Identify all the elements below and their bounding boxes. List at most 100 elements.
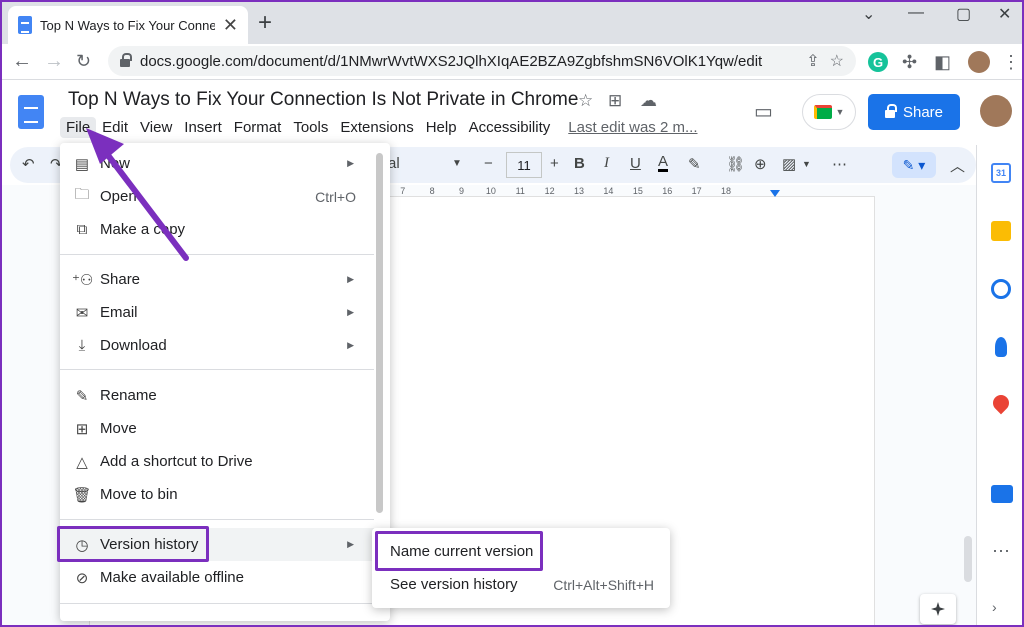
ruler-mark: 13 <box>574 186 585 196</box>
menu-item-move-to-bin[interactable]: 🗑 Move to bin <box>60 478 374 511</box>
menu-view[interactable]: View <box>134 117 178 138</box>
explore-button[interactable] <box>920 594 956 624</box>
menu-item-make-a-copy[interactable]: ⧉ Make a copy <box>60 213 374 246</box>
menu-item-email[interactable]: ✉ Email ▶ <box>60 296 374 329</box>
keep-icon[interactable] <box>991 221 1011 241</box>
side-panel-icon[interactable]: ◧ <box>934 52 951 73</box>
chevron-down-icon[interactable]: ⌄ <box>862 4 875 24</box>
contacts-icon[interactable] <box>995 337 1007 357</box>
address-bar[interactable]: docs.google.com/document/d/1NMwrWvtWXS2J… <box>108 46 856 76</box>
menu-format[interactable]: Format <box>228 117 288 138</box>
grammarly-icon[interactable]: G <box>868 52 888 72</box>
bold-icon[interactable]: B <box>574 155 585 172</box>
menu-item-move[interactable]: ⊞ Move <box>60 412 374 445</box>
profile-avatar[interactable] <box>968 51 990 73</box>
download-icon: ⤓ <box>78 337 86 354</box>
menu-extensions[interactable]: Extensions <box>334 117 419 138</box>
comment-history-icon[interactable]: ▭ <box>754 99 773 124</box>
menu-item-label: Share <box>100 271 141 288</box>
lock-icon[interactable] <box>120 53 132 67</box>
menu-item-download[interactable]: ⤓ Download ▶ <box>60 329 374 362</box>
image-dropdown-icon[interactable]: ▼ <box>802 159 811 169</box>
document-scrollbar[interactable] <box>964 536 972 582</box>
get-addons-icon[interactable] <box>991 485 1013 503</box>
menu-scrollbar[interactable] <box>376 153 383 513</box>
menu-insert[interactable]: Insert <box>178 117 228 138</box>
share-page-icon[interactable]: ⇪ <box>806 51 819 71</box>
extensions-puzzle-icon[interactable]: ✣ <box>902 52 917 73</box>
menu-item-share[interactable]: ⁺⚇ Share ▶ <box>60 263 374 296</box>
offline-check-icon: ⊘ <box>75 569 89 587</box>
menu-accessibility[interactable]: Accessibility <box>463 117 557 138</box>
account-avatar[interactable] <box>980 95 1012 127</box>
collapse-menus-icon[interactable]: ︿ <box>950 155 965 176</box>
submenu-item-label: See version history <box>390 576 518 593</box>
highlight-box-name-current-version <box>375 531 543 571</box>
menu-item-label: New <box>100 155 131 172</box>
menu-edit[interactable]: Edit <box>96 117 134 138</box>
share-button-label: Share <box>902 103 944 121</box>
meet-button[interactable]: ▼ <box>802 94 856 130</box>
insert-image-icon[interactable]: ▨ <box>782 155 796 173</box>
highlight-color-icon[interactable]: ✎ <box>688 155 701 173</box>
browser-tab[interactable]: Top N Ways to Fix Your Connectio ✕ <box>8 6 248 44</box>
ruler-mark: 7 <box>400 186 406 196</box>
submenu-item-see-version-history[interactable]: See version history Ctrl+Alt+Shift+H <box>372 568 670 601</box>
move-folder-icon[interactable]: ⊞ <box>608 91 622 111</box>
submenu-arrow-icon: ▶ <box>347 158 354 168</box>
editing-mode-button[interactable]: ✎ ▾ <box>892 152 936 178</box>
insert-link-icon[interactable]: ⛓ <box>726 155 745 173</box>
menu-item-open[interactable]: 🗀 Open Ctrl+O <box>60 180 374 213</box>
menu-item-make-available-offline[interactable]: ⊘ Make available offline <box>60 561 374 594</box>
ruler-mark: 8 <box>429 186 435 196</box>
ruler-indent-marker[interactable] <box>770 190 780 197</box>
font-size-input[interactable]: 11 <box>506 152 542 178</box>
underline-icon[interactable]: U <box>630 155 641 172</box>
close-window-icon[interactable]: ✕ <box>998 4 1011 24</box>
menu-item-add-shortcut[interactable]: △ Add a shortcut to Drive <box>60 445 374 478</box>
decrease-font-size-icon[interactable]: − <box>484 155 493 172</box>
add-comment-icon[interactable]: ⊕ <box>754 155 767 173</box>
submenu-arrow-icon: ▶ <box>347 274 354 284</box>
last-edit-link[interactable]: Last edit was 2 m... <box>562 117 703 138</box>
ruler-mark: 11 <box>515 186 525 196</box>
submenu-arrow-icon: ▶ <box>347 340 354 350</box>
back-icon[interactable]: ← <box>12 50 32 73</box>
new-tab-icon[interactable]: + <box>258 9 272 37</box>
side-panel: 31 ⋯ › <box>976 145 1024 627</box>
docs-logo-icon[interactable] <box>18 95 44 129</box>
menu-item-new[interactable]: ▤ New ▶ <box>60 147 374 180</box>
text-color-icon[interactable]: A <box>658 154 669 172</box>
share-button[interactable]: Share <box>868 94 960 130</box>
menu-help[interactable]: Help <box>420 117 463 138</box>
bookmark-star-icon[interactable]: ☆ <box>830 51 844 71</box>
menu-file[interactable]: File <box>60 117 97 138</box>
kebab-menu-icon[interactable]: ⋮ <box>1002 52 1020 73</box>
italic-icon[interactable]: I <box>604 155 609 172</box>
drive-shortcut-icon: △ <box>76 453 88 471</box>
document-title[interactable]: Top N Ways to Fix Your Connection Is Not… <box>68 89 578 111</box>
font-dropdown-icon[interactable]: ▼ <box>452 158 462 169</box>
calendar-icon[interactable]: 31 <box>991 163 1011 183</box>
more-addons-icon[interactable]: ⋯ <box>992 541 1010 562</box>
increase-font-size-icon[interactable]: + <box>550 155 559 172</box>
maximize-icon[interactable]: ▢ <box>956 4 971 24</box>
menu-tools[interactable]: Tools <box>287 117 334 138</box>
undo-icon[interactable]: ↶ <box>22 155 35 173</box>
menu-item-label: Move <box>100 420 137 437</box>
minimize-icon[interactable]: — <box>908 4 924 22</box>
menu-item-rename[interactable]: ✎ Rename <box>60 379 374 412</box>
tasks-icon[interactable] <box>991 279 1011 299</box>
reload-icon[interactable]: ↻ <box>76 51 91 72</box>
more-options-icon[interactable]: ⋯ <box>832 155 847 173</box>
menu-item-label: Download <box>100 337 167 354</box>
ruler[interactable]: 7 8 9 10 11 12 13 14 15 16 17 18 <box>388 186 868 198</box>
forward-icon[interactable]: → <box>44 50 64 73</box>
expand-panel-icon[interactable]: › <box>992 599 997 615</box>
maps-icon[interactable] <box>989 391 1013 415</box>
ruler-mark: 14 <box>603 186 614 196</box>
menu-item-label: Email <box>100 304 138 321</box>
star-icon[interactable]: ☆ <box>578 91 593 111</box>
close-tab-icon[interactable]: ✕ <box>223 15 238 36</box>
rename-icon: ✎ <box>75 387 89 405</box>
